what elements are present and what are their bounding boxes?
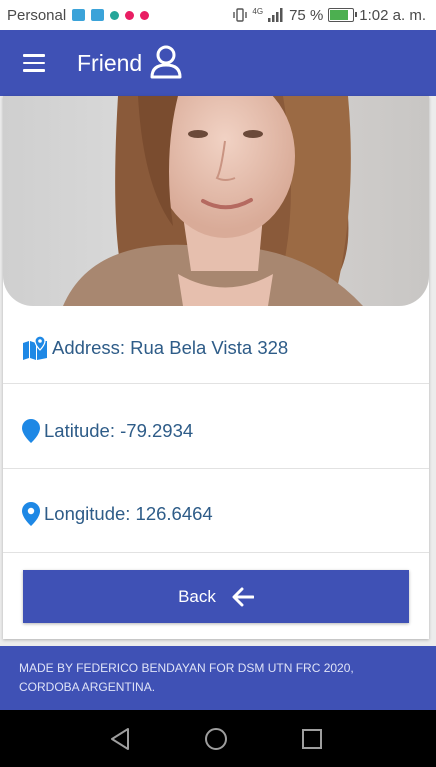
dot-icon [110,10,120,20]
page-title: Friend [77,50,143,76]
person-outline-icon [150,45,182,79]
address-label: Address: Rua Bela Vista 328 [52,337,289,358]
latitude-label: Latitude: -79.2934 [44,420,194,441]
location-pin-outline-icon [22,502,40,526]
map-icon [23,336,47,360]
carrier-label: Personal [7,6,67,24]
battery-icon [328,8,358,22]
location-pin-icon [22,419,40,443]
divider [3,383,429,384]
footer-credit-line: MADE BY FEDERICO BENDAYAN FOR DSM UTN FR… [19,661,354,675]
voicemail-icon [91,9,105,21]
friend-portrait-photo [3,96,429,306]
latitude-row: Latitude: -79.2934 [22,419,193,443]
footer: MADE BY FEDERICO BENDAYAN FOR DSM UTN FR… [0,646,436,710]
nav-home-icon[interactable] [204,727,228,751]
clock: 1:02 a. m. [359,6,426,24]
divider [3,468,429,469]
back-button-label: Back [178,586,216,606]
status-bar: Personal 4G 75 % 1:02 a. m. [0,0,436,30]
signal-icon [268,8,283,22]
back-button[interactable]: Back [23,570,409,623]
arrow-left-icon [232,587,254,606]
longitude-label: Longitude: 126.6464 [44,503,213,524]
divider [3,552,429,553]
minus-circle-icon [125,10,135,20]
network-type: 4G [252,6,264,16]
app-bar: Friend [0,30,436,96]
minus-circle-icon [140,10,150,20]
hamburger-menu-icon[interactable] [23,54,45,72]
battery-percent: 75 % [289,6,324,24]
friend-detail-card: Address: Rua Bela Vista 328 Latitude: -7… [3,96,429,639]
voicemail-icon [72,9,86,21]
nav-back-icon[interactable] [109,727,131,751]
longitude-row: Longitude: 126.6464 [22,502,213,526]
footer-location-line: CORDOBA ARGENTINA. [19,680,156,694]
nav-recents-icon[interactable] [301,728,323,750]
system-nav-bar [0,710,436,767]
vibrate-icon [233,8,248,22]
address-row: Address: Rua Bela Vista 328 [22,336,288,360]
